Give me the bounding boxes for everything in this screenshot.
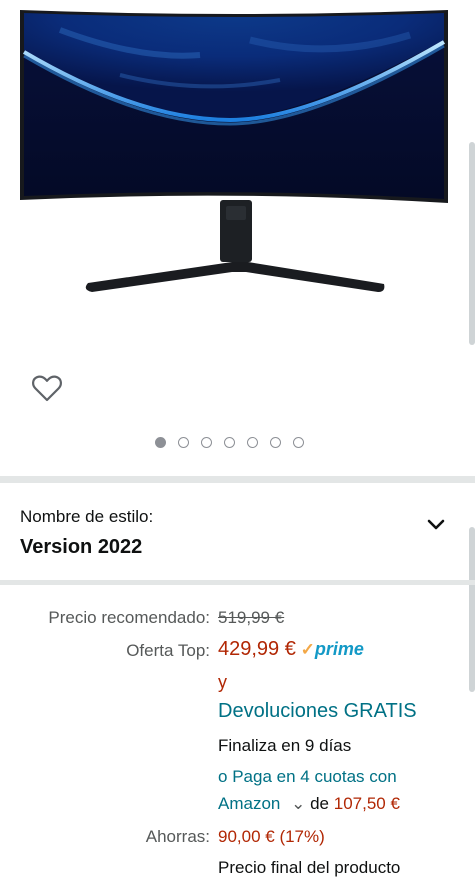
list-price-label: Precio recomendado: [48, 608, 210, 627]
style-selector-label: Nombre de estilo: [20, 507, 154, 526]
style-selector-value: Version 2022 [20, 536, 143, 558]
and-word: y [218, 672, 227, 692]
savings-value: 90,00 € (17%) [218, 827, 325, 846]
carousel-dot[interactable] [224, 436, 235, 448]
carousel-dot[interactable] [201, 436, 212, 448]
installments-chevron-icon[interactable]: ⌄ [291, 794, 305, 813]
section-divider [0, 580, 475, 585]
deal-ends-text: Finaliza en 9 días [218, 736, 352, 755]
section-divider [0, 476, 475, 483]
savings-label: Ahorras: [145, 827, 210, 846]
image-scrollbar[interactable] [469, 142, 475, 345]
carousel-dot[interactable] [270, 436, 281, 448]
installments-link[interactable]: Paga en 4 cuotas con [232, 767, 396, 786]
installments-line-1: o Paga en 4 cuotas con [218, 767, 397, 787]
prime-badge[interactable]: prime [315, 639, 364, 659]
heart-icon[interactable] [30, 371, 64, 405]
product-image-carousel[interactable] [0, 0, 475, 470]
style-selector[interactable] [0, 492, 475, 574]
carousel-dot[interactable] [293, 436, 304, 448]
carousel-dot[interactable] [178, 436, 189, 448]
chevron-down-icon[interactable] [426, 517, 446, 533]
deal-price-row: 429,99 € ✓prime [218, 638, 364, 661]
carousel-dot[interactable] [155, 436, 166, 448]
installments-de: de [310, 794, 330, 813]
product-image[interactable] [0, 0, 475, 320]
installments-link-amazon[interactable]: Amazon [218, 794, 280, 813]
carousel-dot[interactable] [247, 436, 258, 448]
final-price-text: Precio final del producto [218, 858, 401, 877]
installments-amount: 107,50 € [333, 794, 400, 813]
prime-check-icon: ✓ [300, 640, 315, 659]
deal-price: 429,99 € [218, 638, 296, 660]
list-price: 519,99 € [218, 608, 285, 627]
deal-label: Oferta Top: [126, 641, 210, 660]
carousel-dots[interactable] [155, 435, 304, 449]
installments-line-2: Amazon ⌄ de 107,50 € [218, 794, 400, 814]
free-returns-link[interactable]: Devoluciones GRATIS [218, 700, 417, 723]
page-scrollbar[interactable] [469, 527, 475, 692]
installments-prefix: o [218, 767, 228, 786]
